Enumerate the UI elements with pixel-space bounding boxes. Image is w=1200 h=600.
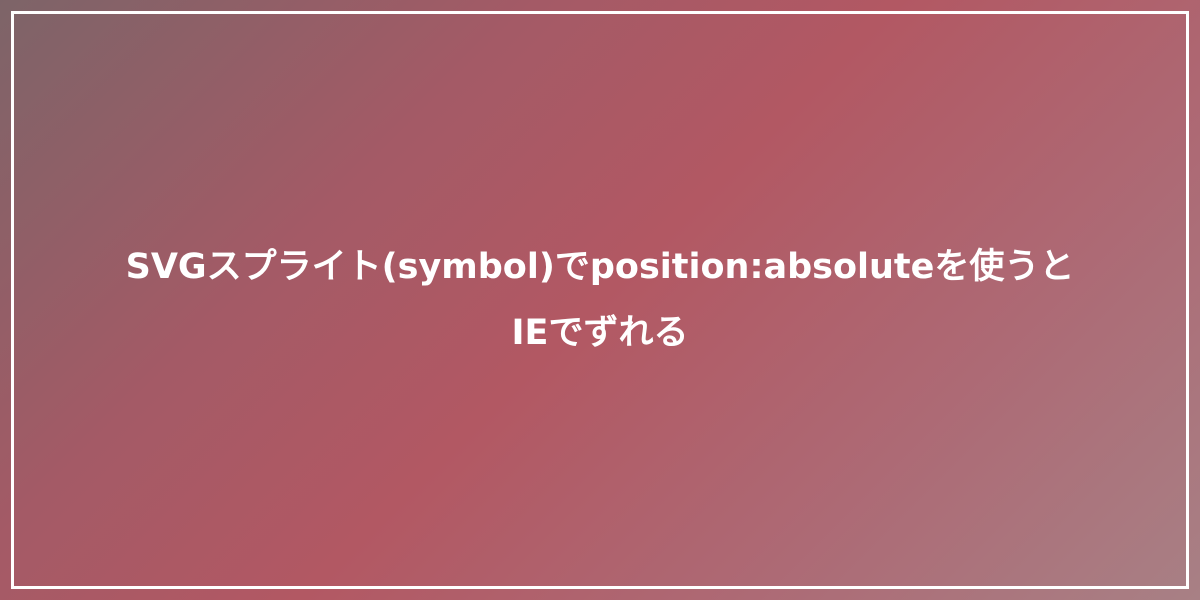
og-image-card: SVGスプライト(symbol)でposition:absoluteを使うと I… [0,0,1200,600]
article-title-line-1: SVGスプライト(symbol)でposition:absoluteを使うと [125,247,1075,287]
article-title-line-2: IEでずれる [511,313,689,353]
article-title: SVGスプライト(symbol)でposition:absoluteを使うと I… [70,234,1130,366]
